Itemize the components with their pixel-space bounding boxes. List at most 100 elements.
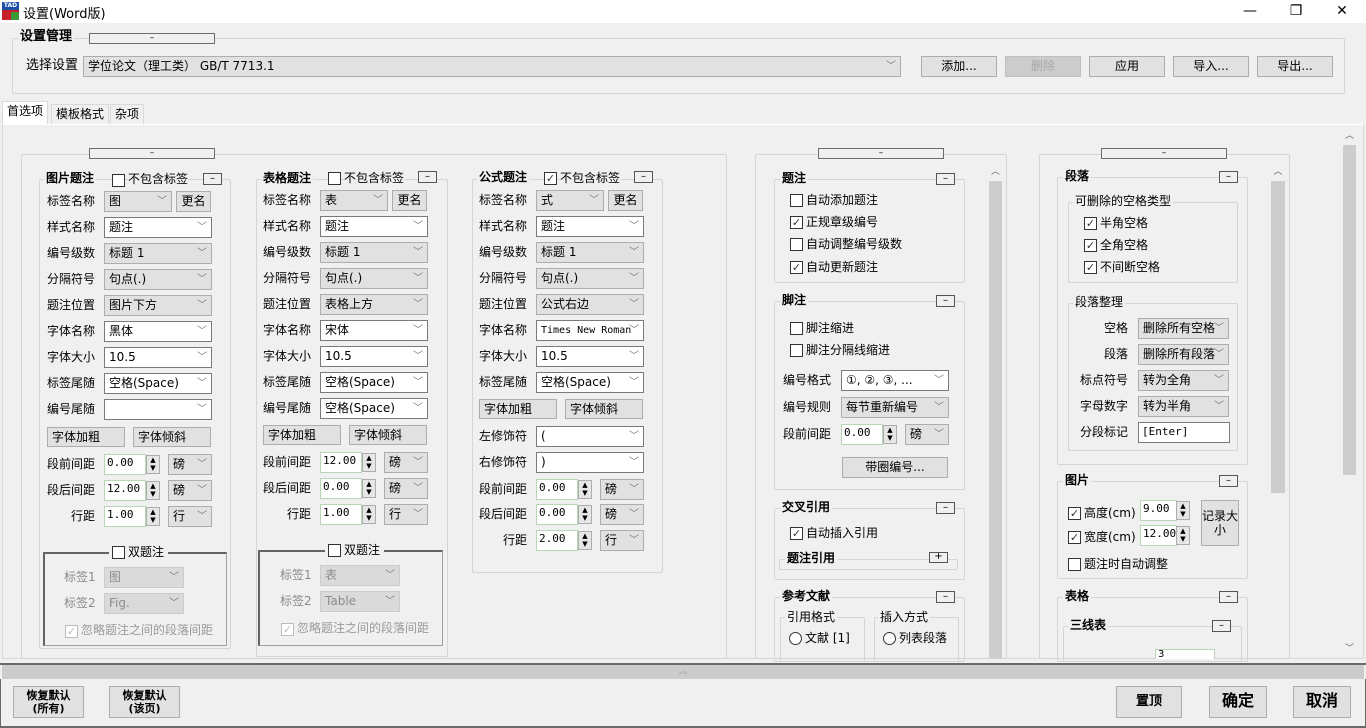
table-dual-label1-select[interactable]: 表 ﹀	[320, 565, 400, 586]
formula-left-deco-select[interactable]: (﹀	[536, 426, 644, 447]
table-separator-select[interactable]: 句点(.) ﹀	[320, 268, 428, 289]
spinner-arrows-icon[interactable]: ▲ ▼	[883, 425, 897, 444]
spinner-arrows-icon[interactable]: ▲ ▼	[1176, 526, 1190, 545]
spinner-arrows-icon[interactable]: ▲ ▼	[146, 481, 160, 500]
figure-space-before-unit[interactable]: 磅 ﹀	[168, 454, 212, 475]
right-collapse-button[interactable]: –	[1101, 148, 1227, 159]
table-space-before-unit[interactable]: 磅 ﹀	[384, 452, 428, 473]
insert-mode-radio[interactable]	[883, 632, 896, 645]
formula-line-spacing-unit[interactable]: 行 ﹀	[600, 530, 644, 551]
spinner-arrows-icon[interactable]: ▲ ▼	[146, 455, 160, 474]
scroll-up-icon[interactable]: ︿	[987, 164, 1004, 181]
spinner-arrows-icon[interactable]: ▲ ▼	[146, 507, 160, 526]
scroll-down-icon[interactable]: ﹀	[1341, 641, 1358, 658]
three-line-minimize-button[interactable]: –	[1212, 620, 1231, 632]
spinner-arrows-icon[interactable]: ▲ ▼	[578, 480, 592, 499]
formula-space-after-value[interactable]: 0.00	[536, 504, 578, 525]
minimize-button[interactable]: —	[1227, 0, 1273, 23]
footnote-space-unit[interactable]: 磅 ﹀	[905, 424, 949, 445]
formula-label-name-select[interactable]: 式 ﹀	[536, 190, 604, 211]
spinner-arrows-icon[interactable]: ▲ ▼	[362, 453, 376, 472]
scroll-up-icon[interactable]: ︿	[1269, 164, 1287, 181]
figure-line-spacing-unit[interactable]: 行 ﹀	[168, 506, 212, 527]
tab-template-format[interactable]: 模板格式	[51, 104, 110, 125]
cleanup-paragraph-select[interactable]: 删除所有段落 ﹀	[1138, 344, 1229, 365]
figure-exclude-label-checkbox[interactable]	[112, 174, 125, 187]
figure-level-select[interactable]: 标题 1 ﹀	[104, 243, 212, 264]
restore-button[interactable]: ❐	[1273, 0, 1319, 23]
circled-numbering-button[interactable]: 带圈编号...	[842, 457, 948, 478]
nbsp-checkbox[interactable]: ✓	[1084, 261, 1097, 274]
figure-separator-select[interactable]: 句点(.) ﹀	[104, 269, 212, 290]
add-button[interactable]: 添加...	[921, 56, 997, 77]
paragraph-mark-input[interactable]: [Enter]	[1138, 422, 1230, 443]
reference-panel-minimize-button[interactable]: –	[936, 591, 955, 603]
table-dual-caption-checkbox[interactable]	[328, 544, 341, 557]
figure-line-spacing-value[interactable]: 1.00	[104, 506, 146, 527]
three-line-rows-input[interactable]: 3	[1155, 649, 1215, 659]
figure-label-follow-select[interactable]: 空格(Space) ﹀	[104, 373, 212, 394]
cleanup-space-select[interactable]: 删除所有空格 ﹀	[1138, 318, 1229, 339]
formula-space-after-unit[interactable]: 磅 ﹀	[600, 504, 644, 525]
table-style-name-select[interactable]: 题注 ﹀	[320, 216, 428, 237]
footnote-space-value[interactable]: 0.00	[841, 424, 883, 445]
picture-height-value[interactable]: 9.00	[1140, 500, 1177, 521]
figure-caption-minimize-button[interactable]: –	[203, 173, 222, 185]
table-space-before-value[interactable]: 12.00	[320, 452, 362, 473]
figure-dual-caption-checkbox[interactable]	[112, 546, 125, 559]
figure-space-after-value[interactable]: 12.00	[104, 480, 146, 501]
pin-top-button[interactable]: 置顶	[1116, 686, 1182, 718]
table-label-name-select[interactable]: 表 ﹀	[320, 190, 388, 211]
figure-ignore-spacing-checkbox[interactable]: ✓	[65, 625, 78, 638]
table-line-spacing-unit[interactable]: 行 ﹀	[384, 504, 428, 525]
formula-right-deco-select[interactable]: ) ﹀	[536, 452, 644, 473]
figure-label-name-select[interactable]: 图 ﹀	[104, 191, 172, 212]
tab-misc[interactable]: 杂项	[110, 104, 145, 125]
formula-caption-minimize-button[interactable]: –	[634, 171, 653, 183]
export-button[interactable]: 导出...	[1257, 56, 1333, 77]
scrollbar-thumb[interactable]	[1271, 181, 1285, 493]
formula-style-name-select[interactable]: 题注 ﹀	[536, 216, 644, 237]
formula-space-before-value[interactable]: 0.00	[536, 479, 578, 500]
half-width-space-checkbox[interactable]: ✓	[1084, 217, 1097, 230]
ok-button[interactable]: 确定	[1209, 686, 1267, 718]
close-button[interactable]: ✕	[1319, 0, 1365, 23]
figure-bold-button[interactable]: 字体加粗	[47, 427, 125, 447]
right-scrollbar[interactable]: ︿	[1269, 164, 1287, 658]
figure-rename-button[interactable]: 更名	[176, 191, 211, 212]
table-space-after-value[interactable]: 0.00	[320, 478, 362, 499]
auto-insert-ref-checkbox[interactable]: ✓	[790, 527, 803, 540]
formula-font-name-select[interactable]: Times New Roman ﹀	[536, 320, 644, 341]
page-scrollbar[interactable]: ︿ ﹀	[1341, 128, 1358, 658]
figure-font-size-select[interactable]: 10.5 ﹀	[104, 347, 212, 368]
caption-ref-expand-button[interactable]: +	[929, 552, 948, 563]
record-size-button[interactable]: 记录大小	[1201, 500, 1239, 546]
table-label-follow-select[interactable]: 空格(Space) ﹀	[320, 372, 428, 393]
formula-level-select[interactable]: 标题 1 ﹀	[536, 242, 644, 263]
scrollbar-thumb[interactable]	[989, 181, 1002, 658]
formula-space-before-unit[interactable]: 磅 ﹀	[600, 479, 644, 500]
formula-bold-button[interactable]: 字体加粗	[479, 399, 557, 419]
table-exclude-label-checkbox[interactable]	[328, 172, 341, 185]
picture-height-checkbox[interactable]: ✓	[1068, 507, 1081, 520]
tab-preferences[interactable]: 首选项	[2, 101, 49, 124]
captions-collapse-button[interactable]: –	[89, 148, 215, 159]
footnote-separator-indent-checkbox[interactable]	[790, 344, 803, 357]
auto-adjust-level-checkbox[interactable]	[790, 238, 803, 251]
formula-label-follow-select[interactable]: 空格(Space) ﹀	[536, 372, 644, 393]
cancel-button[interactable]: 取消	[1293, 686, 1351, 718]
middle-scrollbar[interactable]: ︿	[987, 164, 1004, 658]
cite-format-radio[interactable]	[789, 632, 802, 645]
caption-panel-minimize-button[interactable]: –	[936, 173, 955, 185]
table-caption-minimize-button[interactable]: –	[418, 171, 437, 183]
picture-width-checkbox[interactable]: ✓	[1068, 531, 1081, 544]
figure-space-after-unit[interactable]: 磅 ﹀	[168, 480, 212, 501]
figure-style-name-select[interactable]: 题注 ﹀	[104, 217, 212, 238]
paragraph-panel-minimize-button[interactable]: –	[1219, 171, 1238, 183]
spinner-arrows-icon[interactable]: ▲ ▼	[362, 505, 376, 524]
figure-space-before-value[interactable]: 0.00	[104, 454, 146, 475]
formal-chapter-numbering-checkbox[interactable]: ✓	[790, 216, 803, 229]
table-ignore-spacing-checkbox[interactable]: ✓	[281, 623, 294, 636]
table-line-spacing-value[interactable]: 1.00	[320, 504, 362, 525]
middle-collapse-button[interactable]: –	[818, 148, 944, 159]
